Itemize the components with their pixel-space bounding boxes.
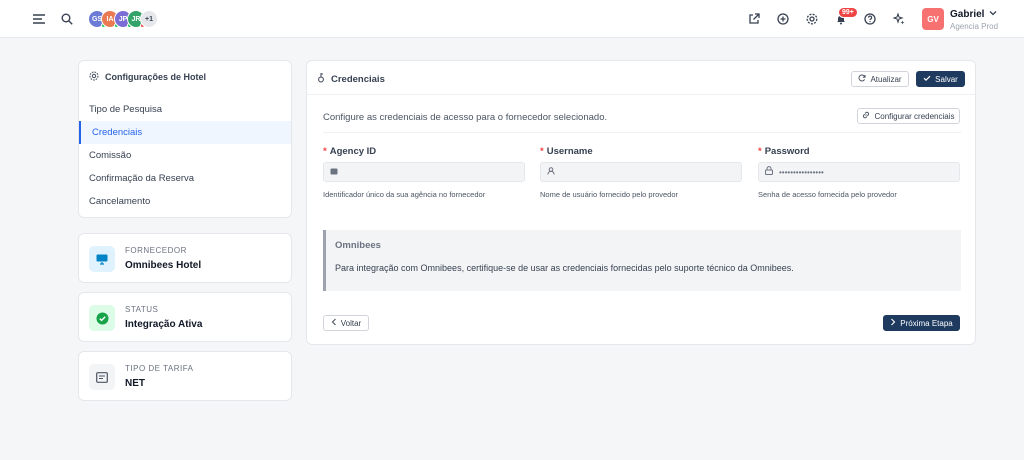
username-input[interactable] bbox=[561, 167, 731, 177]
refresh-button[interactable]: Atualizar bbox=[851, 71, 909, 87]
configure-credentials-label: Configurar credenciais bbox=[874, 111, 955, 121]
back-label: Voltar bbox=[340, 318, 362, 328]
divider bbox=[323, 132, 961, 133]
monitor-icon bbox=[89, 246, 115, 272]
agency-id-field bbox=[323, 162, 525, 182]
user-name[interactable]: Gabriel bbox=[950, 9, 984, 20]
user-initials: GV bbox=[927, 14, 939, 24]
password-help: Senha de acesso fornecida pelo provedor bbox=[758, 190, 897, 199]
check-icon bbox=[923, 74, 931, 84]
username-field bbox=[540, 162, 742, 182]
configure-credentials-button[interactable]: Configurar credenciais bbox=[857, 108, 960, 124]
user-avatar[interactable]: GV bbox=[922, 8, 944, 30]
required-marker: * bbox=[758, 146, 762, 157]
panel-title: Credenciais bbox=[317, 72, 385, 86]
notification-badge: 99+ bbox=[838, 7, 858, 18]
chevron-right-icon bbox=[890, 318, 896, 328]
rate-type-value: NET bbox=[125, 378, 145, 389]
password-label-text: Password bbox=[764, 146, 810, 157]
menu-title: Configurações de Hotel bbox=[89, 71, 206, 83]
supplier-label: FORNECEDOR bbox=[125, 246, 187, 255]
sidebar-item-tipo-de-pesquisa[interactable]: Tipo de Pesquisa bbox=[79, 98, 291, 121]
required-marker: * bbox=[323, 146, 327, 157]
lock-icon bbox=[765, 166, 773, 178]
hotel-settings-menu: Configurações de Hotel Tipo de Pesquisa … bbox=[78, 60, 292, 218]
rate-type-label: TIPO DE TARIFA bbox=[125, 364, 194, 373]
check-circle-icon bbox=[89, 305, 115, 331]
password-input[interactable] bbox=[779, 167, 949, 177]
supplier-card: FORNECEDOR Omnibees Hotel bbox=[78, 233, 292, 283]
credentials-panel: Credenciais Atualizar Salvar Configure a… bbox=[306, 60, 976, 345]
sidebar-item-confirmacao-da-reserva[interactable]: Confirmação da Reserva bbox=[79, 167, 291, 190]
search-icon[interactable] bbox=[58, 10, 76, 28]
next-step-label: Próxima Etapa bbox=[900, 318, 953, 328]
back-button[interactable]: Voltar bbox=[323, 315, 369, 331]
panel-header: Credenciais Atualizar Salvar bbox=[307, 61, 975, 95]
receipt-icon bbox=[89, 364, 115, 390]
supplier-value: Omnibees Hotel bbox=[125, 260, 202, 271]
note-title: Omnibees bbox=[335, 240, 381, 251]
menu-list: Tipo de Pesquisa Credenciais Comissão Co… bbox=[79, 98, 291, 213]
gear-icon bbox=[89, 71, 99, 83]
sidebar-item-credenciais[interactable]: Credenciais bbox=[79, 121, 291, 144]
external-link-icon[interactable] bbox=[745, 10, 763, 28]
note-text: Para integração com Omnibees, certifique… bbox=[335, 263, 794, 273]
required-marker: * bbox=[540, 146, 544, 157]
agency-id-input[interactable] bbox=[344, 167, 514, 177]
save-label: Salvar bbox=[935, 74, 958, 84]
key-icon bbox=[317, 72, 325, 86]
help-icon[interactable] bbox=[861, 10, 879, 28]
user-icon bbox=[547, 166, 555, 178]
save-button[interactable]: Salvar bbox=[916, 71, 965, 87]
add-circle-icon[interactable] bbox=[774, 10, 792, 28]
status-value: Integração Ativa bbox=[125, 319, 203, 330]
avatar-initials: IA bbox=[106, 15, 114, 23]
menu-icon[interactable] bbox=[30, 10, 48, 28]
next-step-button[interactable]: Próxima Etapa bbox=[883, 315, 960, 331]
chevron-down-icon[interactable] bbox=[988, 8, 998, 21]
refresh-label: Atualizar bbox=[870, 74, 902, 84]
more-users-count: +1 bbox=[145, 15, 153, 23]
avatar-initials: JP bbox=[118, 15, 128, 23]
gear-icon[interactable] bbox=[803, 10, 821, 28]
status-card: STATUS Integração Ativa bbox=[78, 292, 292, 342]
sidebar-item-comissao[interactable]: Comissão bbox=[79, 144, 291, 167]
panel-title-text: Credenciais bbox=[331, 73, 385, 85]
username-help: Nome de usuário fornecido pelo provedor bbox=[540, 190, 678, 199]
top-bar: GS IA JP JR +1 99+ GV Gabriel Agencia Pr… bbox=[0, 0, 1024, 38]
username-label: * Username bbox=[540, 146, 593, 157]
status-label: STATUS bbox=[125, 305, 159, 314]
link-icon bbox=[862, 111, 870, 121]
agency-id-label: * Agency ID bbox=[323, 146, 376, 157]
password-label: * Password bbox=[758, 146, 810, 157]
supplier-note: Omnibees Para integração com Omnibees, c… bbox=[323, 230, 961, 291]
menu-title-text: Configurações de Hotel bbox=[105, 72, 207, 82]
agency-id-help: Identificador único da sua agência no fo… bbox=[323, 190, 486, 199]
sidebar-item-cancelamento[interactable]: Cancelamento bbox=[79, 190, 291, 213]
more-users-button[interactable]: +1 bbox=[140, 10, 158, 28]
id-card-icon bbox=[330, 166, 338, 178]
panel-description: Configure as credenciais de acesso para … bbox=[323, 112, 608, 123]
user-agency: Agencia Prod bbox=[950, 22, 999, 31]
sparkles-icon[interactable] bbox=[890, 10, 908, 28]
username-label-text: Username bbox=[546, 146, 593, 157]
chevron-left-icon bbox=[331, 318, 337, 328]
agency-id-label-text: Agency ID bbox=[329, 146, 377, 157]
rate-type-card: TIPO DE TARIFA NET bbox=[78, 351, 292, 401]
refresh-icon bbox=[858, 74, 866, 84]
online-users: GS IA JP JR +1 bbox=[88, 10, 158, 28]
password-field bbox=[758, 162, 960, 182]
